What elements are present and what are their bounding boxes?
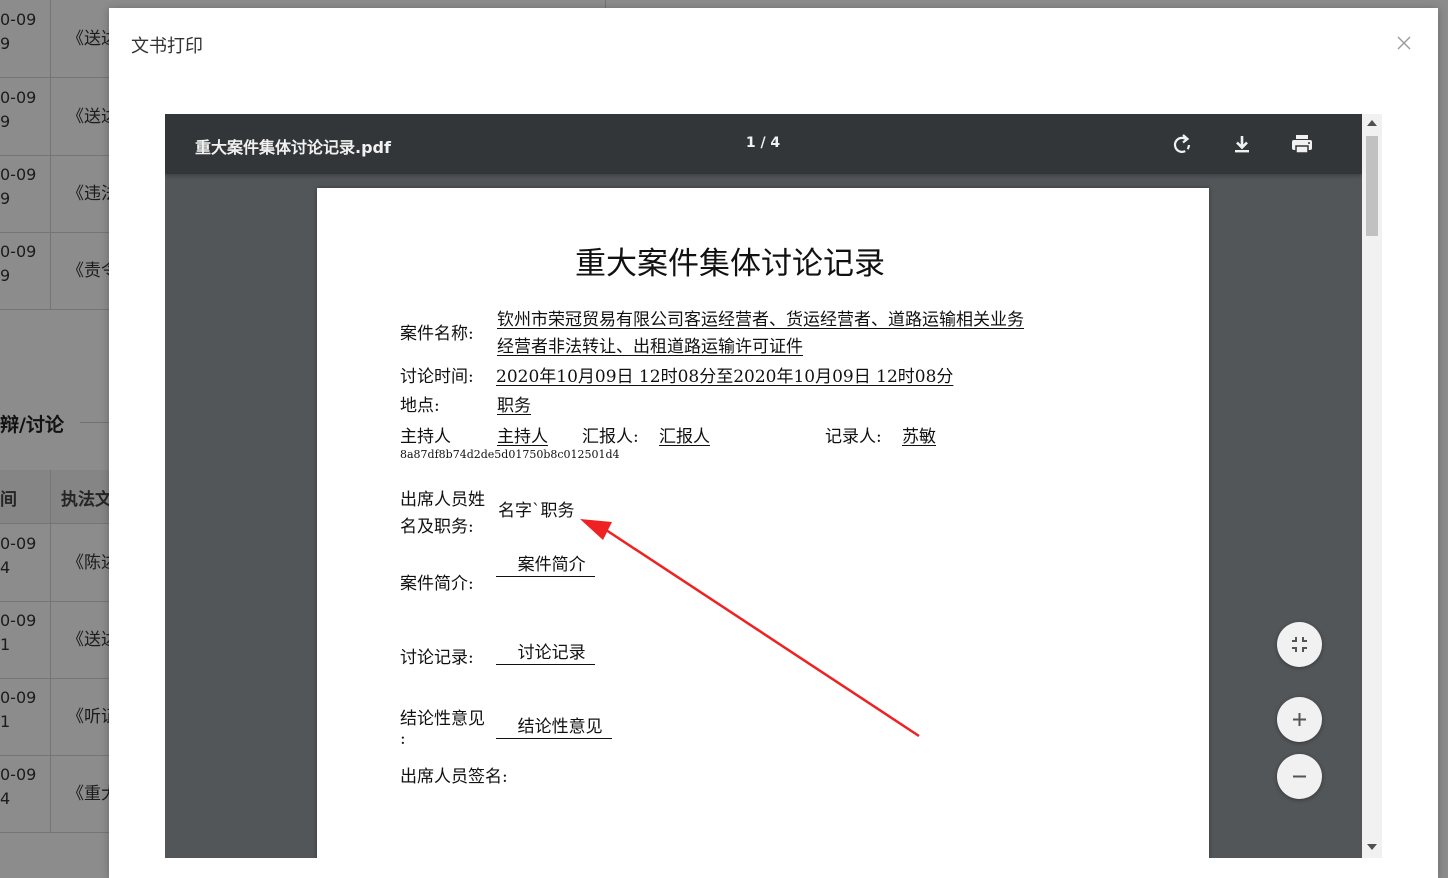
- pdf-toolbar: 重大案件集体讨论记录.pdf 1 / 4: [165, 114, 1362, 174]
- scroll-thumb[interactable]: [1366, 136, 1378, 236]
- signature-label: 出席人员签名:: [400, 767, 508, 787]
- print-dialog: 文书打印 重大案件集体讨论记录.pdf 1 / 4 重大案件集体讨论记录 案件名…: [109, 8, 1438, 878]
- reporter-value: 汇报人: [659, 427, 710, 447]
- summary-value: 案件简介: [496, 554, 595, 577]
- case-name-value-line2: 经营者非法转让、出租道路运输许可证件: [497, 337, 803, 357]
- close-icon[interactable]: [1392, 31, 1416, 55]
- scroll-up-arrow-icon[interactable]: [1367, 120, 1377, 126]
- download-icon[interactable]: [1226, 128, 1258, 160]
- case-name-value-line1: 钦州市荣冠贸易有限公司客运经营者、货运经营者、道路运输相关业务: [497, 310, 1024, 330]
- recorder-value: 苏敏: [902, 427, 936, 447]
- attendees-label-line2: 名及职务:: [400, 517, 474, 537]
- pdf-page: 重大案件集体讨论记录 案件名称: 钦州市荣冠贸易有限公司客运经营者、货运经营者、…: [317, 188, 1209, 858]
- reporter-label: 汇报人:: [582, 427, 639, 447]
- time-label: 讨论时间:: [400, 367, 474, 387]
- pdf-viewer[interactable]: 重大案件集体讨论记录.pdf 1 / 4 重大案件集体讨论记录 案件名称: 钦州…: [165, 114, 1362, 858]
- discussion-value: 讨论记录: [496, 642, 595, 665]
- pdf-file-name: 重大案件集体讨论记录.pdf: [195, 138, 391, 157]
- fit-page-icon[interactable]: [1277, 622, 1322, 667]
- dialog-title: 文书打印: [131, 36, 203, 57]
- conclusion-value: 结论性意见: [496, 716, 612, 739]
- discussion-label: 讨论记录:: [400, 648, 474, 668]
- case-name-label: 案件名称:: [400, 324, 474, 344]
- place-value: 职务: [497, 396, 531, 416]
- summary-label: 案件简介:: [400, 574, 474, 594]
- host-value: 主持人: [497, 427, 548, 447]
- pdf-scrollbar[interactable]: [1362, 114, 1382, 858]
- document-title: 重大案件集体讨论记录: [575, 246, 885, 282]
- time-value: 2020年10月09日 12时08分至2020年10月09日 12时08分: [496, 367, 954, 387]
- recorder-label: 记录人:: [825, 427, 882, 447]
- attendees-value: 名字`职务: [498, 501, 575, 521]
- zoom-in-icon[interactable]: [1277, 697, 1322, 742]
- print-icon[interactable]: [1286, 128, 1318, 160]
- zoom-out-icon[interactable]: [1277, 754, 1322, 799]
- rotate-icon[interactable]: [1166, 128, 1198, 160]
- host-label: 主持人: [400, 427, 451, 447]
- attendees-label-line1: 出席人员姓: [400, 490, 485, 510]
- conclusion-label-line2: :: [400, 729, 406, 749]
- page-indicator[interactable]: 1 / 4: [733, 135, 793, 151]
- document-id: 8a87df8b74d2de5d01750b8c012501d4: [400, 448, 620, 461]
- conclusion-label-line1: 结论性意见: [400, 709, 485, 729]
- scroll-down-arrow-icon[interactable]: [1367, 844, 1377, 850]
- place-label: 地点:: [400, 396, 440, 416]
